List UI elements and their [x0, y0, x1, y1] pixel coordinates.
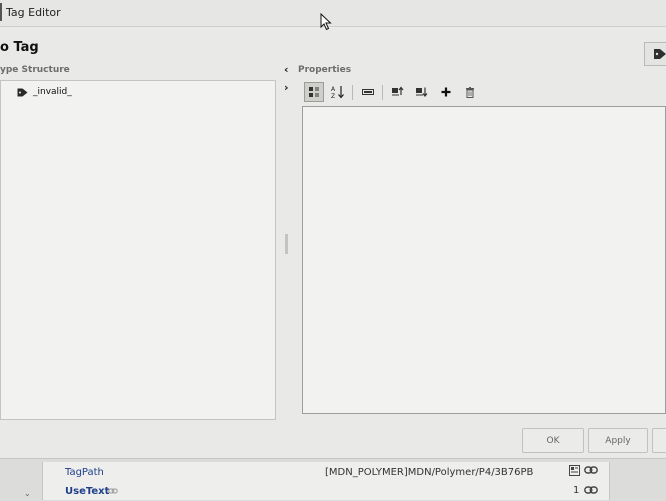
move-up-icon [392, 86, 404, 96]
delete-button[interactable] [460, 82, 480, 102]
property-name-tagpath[interactable]: TagPath [65, 467, 104, 478]
move-up-button[interactable] [388, 82, 408, 102]
toolbar-separator [382, 85, 383, 100]
properties-grid[interactable] [302, 106, 666, 414]
type-structure-label: ype Structure [0, 65, 70, 75]
window-title: Tag Editor [6, 6, 61, 19]
sort-az-icon: A Z [331, 86, 344, 99]
splitter-handle[interactable] [285, 234, 288, 254]
property-name-usetext[interactable]: UseText [65, 486, 109, 497]
cancel-button-partial[interactable] [652, 428, 666, 453]
window-titlebar: Tag Editor [0, 0, 666, 31]
tag-icon [17, 88, 28, 96]
binding-editor-icon[interactable] [569, 465, 580, 476]
properties-toolbar: A Z [302, 82, 666, 104]
properties-label: Properties [298, 65, 352, 75]
tag-browser-button[interactable] [644, 42, 666, 66]
tree-item-invalid[interactable]: _invalid_ [17, 85, 72, 99]
link-icon[interactable] [584, 486, 598, 495]
property-pages-button[interactable] [358, 82, 378, 102]
property-pages-icon [362, 89, 374, 95]
categorized-view-icon [309, 87, 319, 97]
property-value-tagpath[interactable]: [MDN_POLYMER]MDN/Polymer/P4/3B76PB [325, 467, 533, 478]
categorized-view-button[interactable] [304, 82, 324, 102]
window-icon [0, 3, 2, 21]
svg-text:Z: Z [331, 93, 335, 99]
collapse-arrow-icon[interactable]: ⌄ [24, 489, 31, 498]
type-structure-tree[interactable]: _invalid_ [0, 80, 276, 420]
move-down-icon [416, 87, 428, 97]
ok-button[interactable]: OK [522, 428, 584, 453]
link-icon[interactable] [584, 466, 598, 475]
delete-icon [466, 86, 474, 98]
mouse-cursor-icon [320, 13, 332, 31]
tree-item-label: _invalid_ [33, 87, 72, 97]
property-value-usetext-count: 1 [573, 485, 580, 496]
dialog-title: o Tag [0, 40, 39, 55]
sort-az-button[interactable]: A Z [328, 82, 348, 102]
link-icon [108, 488, 118, 494]
collapse-left-chevron-icon[interactable]: ‹ [284, 63, 289, 76]
add-icon [441, 87, 451, 97]
svg-text:A: A [331, 86, 336, 93]
add-button[interactable] [436, 82, 456, 102]
apply-button[interactable]: Apply [588, 428, 648, 453]
toolbar-separator [352, 85, 353, 100]
expand-right-chevron-icon[interactable]: › [284, 81, 289, 94]
tag-icon [654, 49, 666, 59]
move-down-button[interactable] [412, 82, 432, 102]
